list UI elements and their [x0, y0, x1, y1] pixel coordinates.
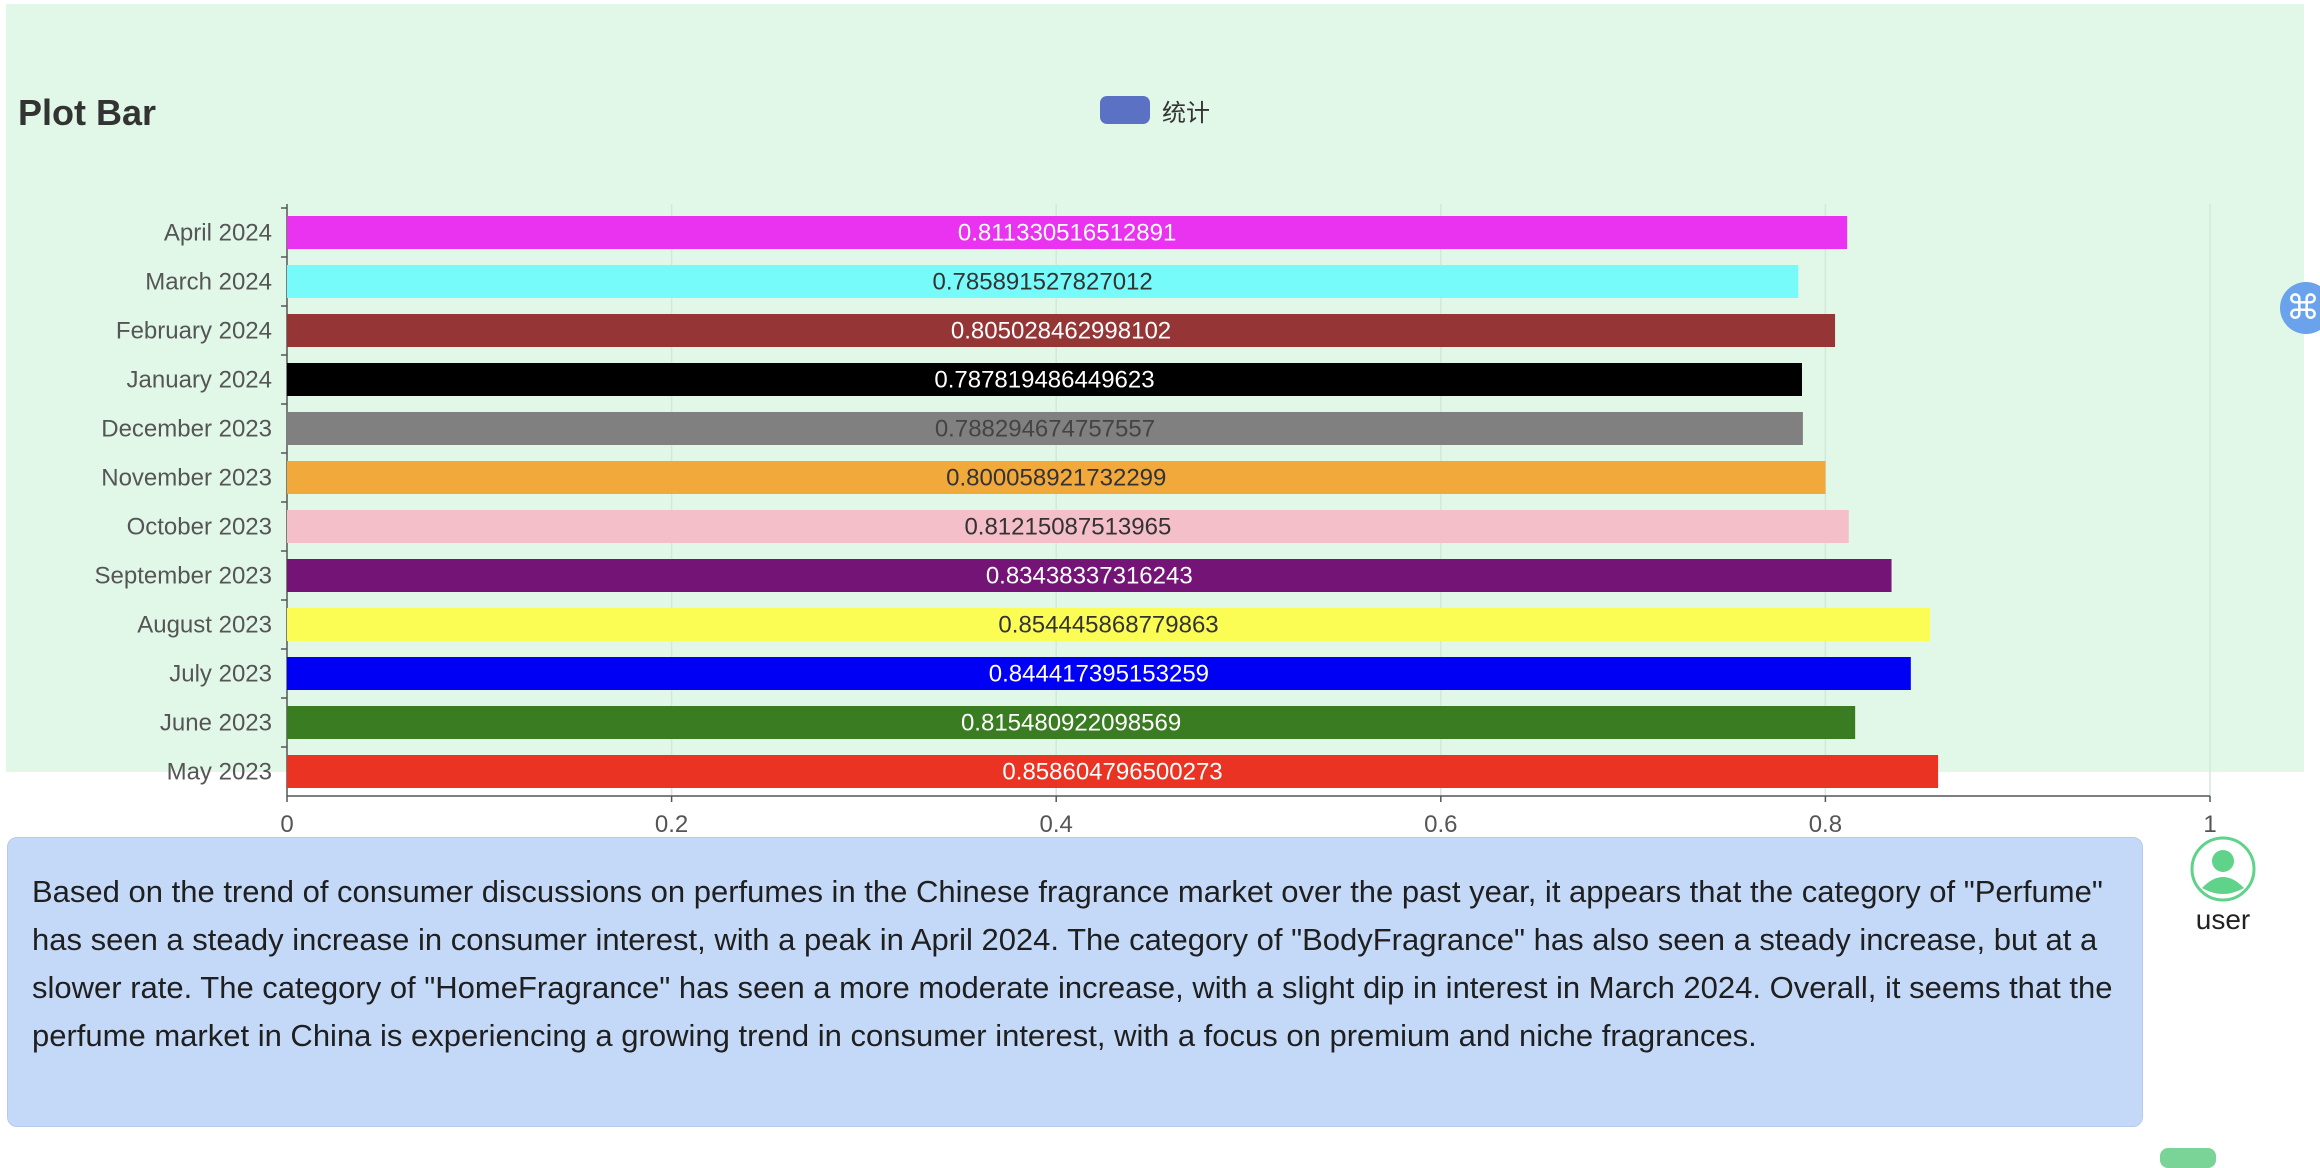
y-tick-label: October 2023: [127, 514, 272, 541]
x-tick-label: 0.2: [655, 811, 688, 838]
user-avatar-icon[interactable]: [2190, 836, 2256, 902]
x-tick-label: 0.4: [1040, 811, 1073, 838]
bar-value-label: 0.858604796500273: [1002, 759, 1222, 786]
x-tick-label: 1: [2203, 811, 2216, 838]
bar-value-label: 0.815480922098569: [961, 710, 1181, 737]
bar-value-label: 0.83438337316243: [986, 563, 1193, 590]
bar-value-label: 0.787819486449623: [934, 367, 1154, 394]
bar-value-label: 0.81215087513965: [964, 514, 1171, 541]
bar-value-label: 0.811330516512891: [958, 220, 1176, 247]
y-tick-label: March 2024: [145, 269, 272, 296]
x-tick-label: 0.6: [1424, 811, 1457, 838]
bottom-widget[interactable]: [2160, 1148, 2216, 1168]
y-tick-label: November 2023: [101, 465, 272, 492]
user-label: user: [2195, 904, 2251, 935]
y-tick-label: May 2023: [167, 759, 272, 786]
y-tick-label: June 2023: [160, 710, 272, 737]
bar-value-label: 0.785891527827012: [933, 269, 1153, 296]
bar-value-label: 0.805028462998102: [951, 318, 1171, 345]
y-tick-label: April 2024: [164, 220, 272, 247]
y-tick-label: July 2023: [169, 661, 272, 688]
bar-value-label: 0.854445868779863: [998, 612, 1218, 639]
y-tick-label: December 2023: [101, 416, 272, 443]
message-text: Based on the trend of consumer discussio…: [32, 874, 2113, 1053]
bar-chart: 0 0.2 0.4 0.6 0.8 1 April 2024 0.81133051651289…: [95, 204, 2217, 838]
y-tick-label: September 2023: [95, 563, 272, 590]
x-tick-label: 0.8: [1809, 811, 1842, 838]
y-tick-label: February 2024: [116, 318, 272, 345]
bar-value-label: 0.788294674757557: [935, 416, 1155, 443]
y-tick-label: August 2023: [137, 612, 272, 639]
bar-value-label: 0.800058921732299: [946, 465, 1166, 492]
bar-value-label: 0.844417395153259: [989, 661, 1209, 688]
y-tick-label: January 2024: [127, 367, 272, 394]
x-tick-label: 0: [280, 811, 293, 838]
chat-message: Based on the trend of consumer discussio…: [7, 837, 2143, 1127]
